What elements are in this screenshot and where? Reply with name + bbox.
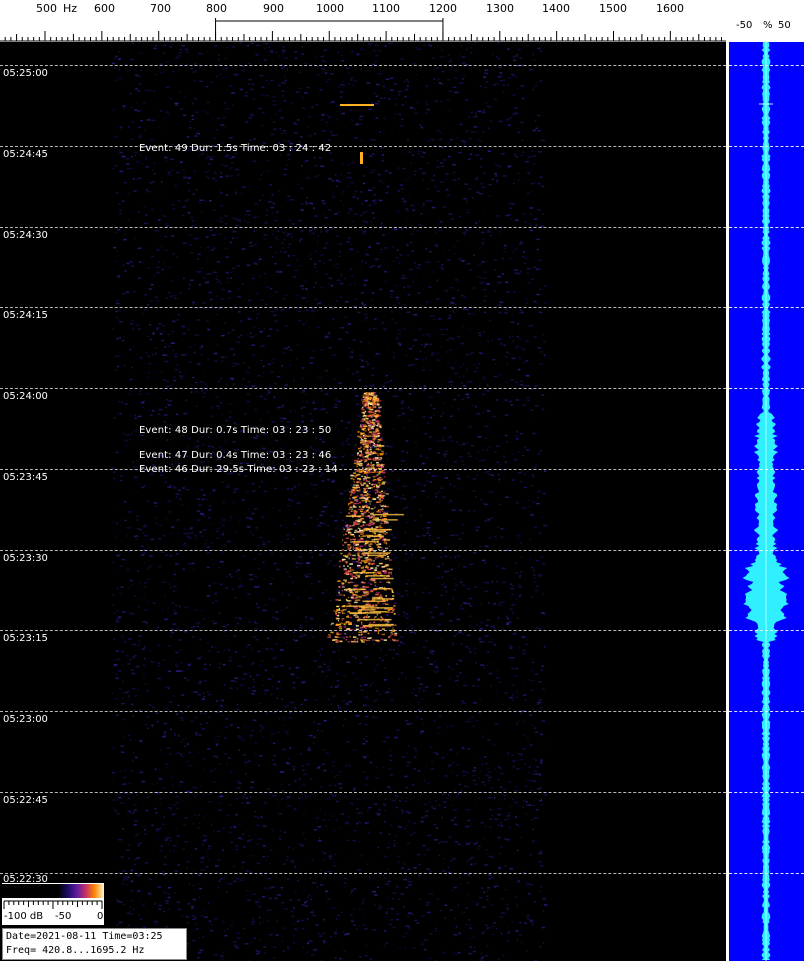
time-gridline [0,227,726,228]
time-gridline [0,469,726,470]
time-gridline [0,873,726,874]
ruler-label-1600: 1600 [656,2,684,15]
time-label: 05:23:45 [3,472,48,483]
time-gridline [0,65,726,66]
event-46-burst [327,392,404,643]
level-gridline [729,307,804,308]
colorbar-label-mid: -50 [55,911,72,922]
time-label: 05:24:45 [3,149,48,160]
time-label: 05:24:00 [3,391,48,402]
ruler-label-900: 900 [263,2,284,15]
level-trace [742,42,790,961]
ruler-label-700: 700 [150,2,171,15]
event-label-48: Event: 48 Dur: 0.7s Time: 03 : 23 : 50 [139,425,332,436]
level-gridline [729,550,804,551]
time-gridline [0,711,726,712]
ruler-label-1200: 1200 [429,2,457,15]
time-label: 05:23:15 [3,633,48,644]
info-box: Date=2021-08-11 Time=03:25 Freq= 420.8..… [2,928,187,960]
colorbar-label-max: 0 [97,911,104,922]
level-trace-area [729,42,804,961]
level-gridline [729,873,804,874]
level-gridline [729,792,804,793]
waterfall-display[interactable] [0,42,726,961]
ruler-label-1100: 1100 [372,2,400,15]
level-gridline [729,388,804,389]
level-trace-line [742,42,790,961]
ruler-label-1000: 1000 [316,2,344,15]
colorbar-label-min: -100 dB [4,911,44,922]
time-gridline [0,307,726,308]
ruler-label-hz: Hz [63,2,78,15]
time-gridline [0,630,726,631]
level-gridline [729,146,804,147]
noise-field [112,42,548,961]
time-label: 05:23:00 [3,714,48,725]
event-label-46: Event: 46 Dur: 29.5s Time: 03 : 23 : 14 [139,464,338,475]
ruler-label-800: 800 [206,2,227,15]
spectrogram-window: 500 Hz 600 700 800 900 1000 1100 1200 13… [0,0,804,961]
colorbar-gradient [58,884,104,898]
time-label: 05:22:45 [3,795,48,806]
level-label-plus: 50 [778,20,791,31]
level-gridline [729,630,804,631]
time-gridline [0,792,726,793]
colorbar-low [2,884,58,898]
level-gridline [729,227,804,228]
level-label-minus: -50 [736,20,753,31]
level-gridline [729,65,804,66]
time-gridline [0,388,726,389]
ruler-label-600: 600 [94,2,115,15]
time-label: 05:24:15 [3,310,48,321]
colorbar-legend: -100 dB -50 0 [2,883,104,925]
event-49-trace [340,104,374,164]
ruler-label-1300: 1300 [486,2,514,15]
level-panel[interactable]: -50 % 50 [726,0,804,961]
ruler-label-1500: 1500 [599,2,627,15]
time-label: 05:25:00 [3,68,48,79]
level-label-percent: % [763,20,773,31]
time-label: 05:23:30 [3,553,48,564]
info-date-line: Date=2021-08-11 Time=03:25 [6,931,163,942]
event-label-49: Event: 49 Dur: 1.5s Time: 03 : 24 : 42 [139,143,332,154]
frequency-ruler[interactable]: 500 Hz 600 700 800 900 1000 1100 1200 13… [0,0,726,42]
ruler-label-1400: 1400 [542,2,570,15]
event-label-47: Event: 47 Dur: 0.4s Time: 03 : 23 : 46 [139,450,332,461]
time-gridline [0,550,726,551]
level-gridline [729,711,804,712]
ruler-label-500: 500 [36,2,57,15]
time-gridline [0,146,726,147]
level-gridline [729,469,804,470]
info-freq-line: Freq= 420.8...1695.2 Hz [6,945,145,956]
time-label: 05:24:30 [3,230,48,241]
waterfall-image [112,42,548,961]
